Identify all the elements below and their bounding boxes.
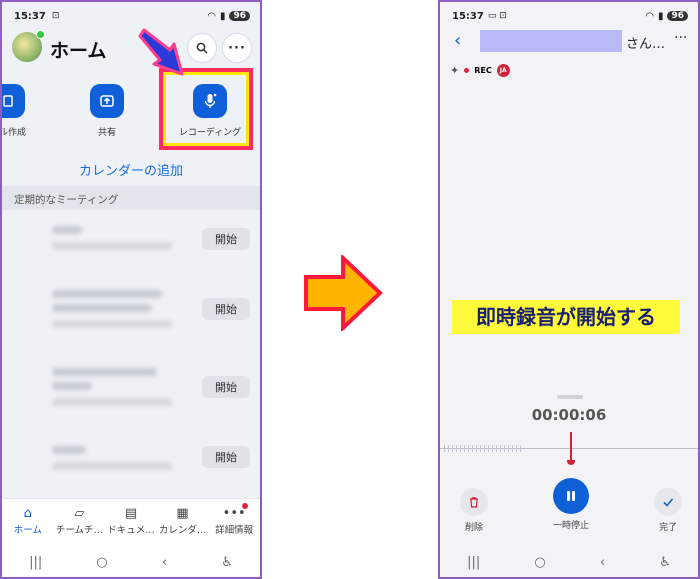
quick-action-create[interactable]: ール作成 <box>2 84 48 138</box>
status-time: 15:37 <box>452 10 484 22</box>
caption-banner: 即時録音が開始する <box>452 300 680 334</box>
start-button[interactable]: 開始 <box>202 228 250 250</box>
signal-icon: ▮ <box>219 10 226 22</box>
quick-action-label: 共有 <box>97 128 116 138</box>
wifi-icon: ◠ <box>207 10 216 22</box>
pointer-arrow <box>138 28 184 76</box>
nav-label: 詳細情報 <box>215 525 254 536</box>
nav-item-documents[interactable]: ▤ ドキュメ… <box>105 499 157 548</box>
section-header: 定期的なミーティング <box>2 186 260 210</box>
system-nav-bar: ||| ○ ‹ ♿︎ <box>440 547 698 577</box>
nav-item-calendar[interactable]: ▦ カレンダ… <box>157 499 209 548</box>
accessibility-icon[interactable]: ♿︎ <box>659 555 671 570</box>
redacted-name <box>480 30 622 52</box>
document-icon: ▤ <box>124 506 138 521</box>
recent-apps-icon[interactable]: ||| <box>29 555 42 570</box>
recording-status-row: ✦ REC JA <box>450 64 510 77</box>
home-system-icon[interactable]: ○ <box>534 555 545 570</box>
pause-button[interactable]: 一時停止 <box>544 478 598 531</box>
more-icon: ··· <box>228 40 246 56</box>
nav-label: チームチ… <box>55 525 103 536</box>
quick-action-label: ール作成 <box>2 128 26 138</box>
trash-icon <box>460 488 488 516</box>
meeting-row[interactable]: 開始 <box>2 210 260 282</box>
nav-item-home[interactable]: ⌂ ホーム <box>2 499 54 548</box>
battery-badge: 96 <box>667 11 688 21</box>
pause-icon <box>553 478 589 514</box>
playhead-marker <box>570 432 572 462</box>
bottom-nav: ⌂ ホーム ▱ チームチ… ▤ ドキュメ… ▦ カレンダ… ••• 詳細情報 <box>2 498 260 548</box>
rec-badge: REC <box>474 66 492 75</box>
nav-item-team-chat[interactable]: ▱ チームチ… <box>54 499 106 548</box>
recent-apps-icon[interactable]: ||| <box>467 555 480 570</box>
more-icon: ··· <box>674 30 688 46</box>
recording-title: さん… <box>626 37 666 52</box>
done-button[interactable]: 完了 <box>648 488 688 533</box>
meeting-row[interactable]: 開始 <box>2 354 260 426</box>
back-system-icon[interactable]: ‹ <box>162 555 167 570</box>
nav-label: ドキュメ… <box>107 525 155 536</box>
chevron-left-icon: ‹ <box>454 30 462 51</box>
back-system-icon[interactable]: ‹ <box>600 555 605 570</box>
add-calendar-link[interactable]: カレンダーの追加 <box>2 160 260 179</box>
rec-dot <box>464 68 470 73</box>
status-bar: 15:37 ⊡ ◠ ▮ 96 <box>14 8 250 24</box>
checkmark-icon <box>654 488 682 516</box>
nav-label: ホーム <box>13 525 42 536</box>
pause-label: 一時停止 <box>552 521 589 531</box>
waveform <box>444 445 524 452</box>
status-time: 15:37 <box>14 10 46 22</box>
system-nav-bar: ||| ○ ‹ ♿︎ <box>2 547 260 577</box>
meeting-row[interactable]: 開始 <box>2 282 260 354</box>
share-icon <box>90 84 124 118</box>
meeting-row[interactable]: 開始 <box>2 426 260 498</box>
chat-icon: ▱ <box>74 506 85 521</box>
drag-handle[interactable] <box>557 395 583 399</box>
more-icon: ••• <box>222 506 246 521</box>
accessibility-icon[interactable]: ♿︎ <box>221 555 233 570</box>
done-label: 完了 <box>658 523 677 533</box>
page-title: ホーム <box>50 40 107 62</box>
nav-item-more[interactable]: ••• 詳細情報 <box>208 499 260 548</box>
signal-icon: ▮ <box>657 10 664 22</box>
back-button[interactable]: ‹ <box>454 30 461 51</box>
start-button[interactable]: 開始 <box>202 446 250 468</box>
wifi-icon: ◠ <box>645 10 654 22</box>
transition-arrow <box>304 255 383 331</box>
recording-timer: 00:00:06 <box>531 406 607 424</box>
document-icon <box>2 84 25 118</box>
status-bar: 15:37 ▭ ⊡ ◠ ▮ 96 <box>452 8 688 24</box>
screenshot-icon: ⊡ <box>51 11 60 21</box>
phone-recording-screen: 15:37 ▭ ⊡ ◠ ▮ 96 ‹ さん… ··· ✦ REC JA 00:0… <box>438 0 700 579</box>
start-button[interactable]: 開始 <box>202 298 250 320</box>
meeting-list: 開始 開始 開始 開始 <box>2 210 260 498</box>
video-icon: ▭ ⊡ <box>487 11 507 21</box>
calendar-icon: ▦ <box>176 506 189 521</box>
home-system-icon[interactable]: ○ <box>96 555 107 570</box>
nav-label: カレンダ… <box>158 525 207 536</box>
battery-badge: 96 <box>229 11 250 21</box>
language-badge[interactable]: JA <box>496 64 510 77</box>
phone-home-screen: 15:37 ⊡ ◠ ▮ 96 ホーム ··· ール作成 共有 レコーディング カ… <box>0 0 262 579</box>
notification-dot <box>242 503 248 509</box>
delete-button[interactable]: 削除 <box>454 488 494 533</box>
more-button[interactable]: ··· <box>222 33 252 63</box>
home-icon: ⌂ <box>23 506 32 521</box>
delete-label: 削除 <box>464 523 483 533</box>
presence-dot <box>36 30 45 39</box>
more-button[interactable]: ··· <box>674 30 687 46</box>
start-button[interactable]: 開始 <box>202 376 250 398</box>
quick-action-share[interactable]: 共有 <box>67 84 147 138</box>
sparkle-icon[interactable]: ✦ <box>450 64 459 77</box>
